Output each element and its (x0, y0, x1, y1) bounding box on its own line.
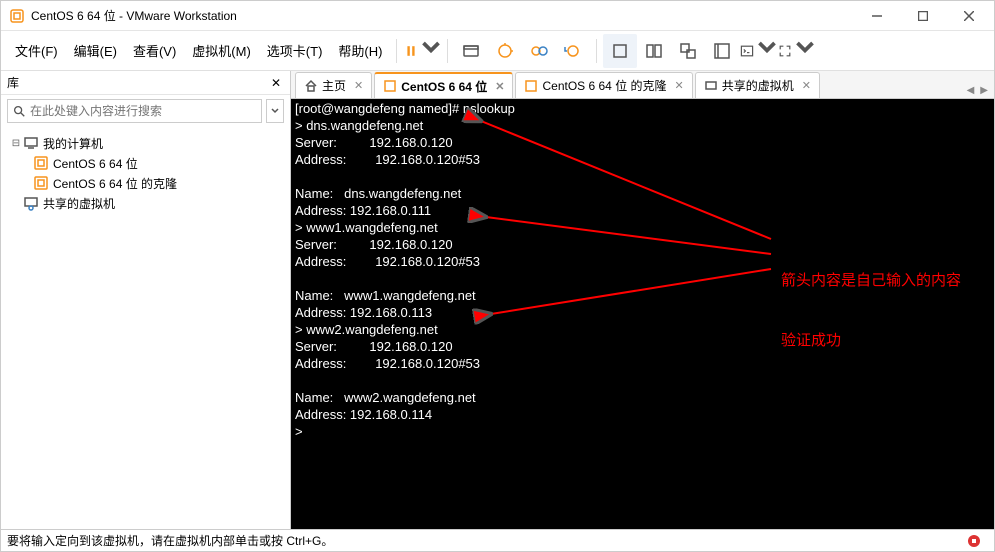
tab-label: 共享的虚拟机 (722, 77, 794, 94)
computer-icon (23, 135, 39, 151)
tab-bar: 主页 ✕ CentOS 6 64 位 ✕ CentOS 6 64 位 的克隆 ✕… (291, 71, 994, 99)
vm-icon (524, 79, 538, 93)
tree-label: 共享的虚拟机 (43, 195, 115, 212)
maximize-button[interactable] (900, 1, 946, 31)
vm-icon (33, 175, 49, 191)
view-single-button[interactable] (603, 34, 637, 68)
fullscreen-button[interactable] (705, 34, 739, 68)
search-icon (12, 104, 26, 118)
titlebar: CentOS 6 64 位 - VMware Workstation (1, 1, 994, 31)
menu-edit[interactable]: 编辑(E) (66, 37, 125, 64)
menu-file[interactable]: 文件(F) (7, 37, 66, 64)
collapse-icon[interactable]: ⊟ (9, 138, 23, 149)
tree-node-shared[interactable]: 共享的虚拟机 (5, 193, 286, 213)
app-icon (9, 8, 25, 24)
separator (396, 39, 397, 63)
tree-label: CentOS 6 64 位 (53, 155, 138, 172)
tab-close-icon[interactable]: ✕ (495, 80, 504, 93)
tree-node-vm2[interactable]: CentOS 6 64 位 的克隆 (5, 173, 286, 193)
tree-node-vm1[interactable]: CentOS 6 64 位 (5, 153, 286, 173)
stretch-button[interactable] (777, 34, 815, 68)
view-tiled-button[interactable] (637, 34, 671, 68)
menubar: 文件(F) 编辑(E) 查看(V) 虚拟机(M) 选项卡(T) 帮助(H) (1, 31, 994, 71)
tab-home[interactable]: 主页 ✕ (295, 72, 372, 98)
search-input[interactable] (30, 104, 261, 118)
tab-vm2[interactable]: CentOS 6 64 位 的克隆 ✕ (515, 72, 692, 98)
tab-label: CentOS 6 64 位 的克隆 (542, 77, 666, 94)
sidebar: 库 ✕ ⊟ 我的计算机 CentOS 6 64 位 CentOS 6 64 位 … (1, 71, 291, 529)
view-unity-button[interactable] (671, 34, 705, 68)
status-text: 要将输入定向到该虚拟机，请在虚拟机内部单击或按 Ctrl+G。 (7, 532, 333, 549)
tab-close-icon[interactable]: ✕ (354, 79, 363, 92)
separator (596, 39, 597, 63)
menu-vm[interactable]: 虚拟机(M) (184, 37, 259, 64)
menu-tabs[interactable]: 选项卡(T) (259, 37, 331, 64)
main-area: 主页 ✕ CentOS 6 64 位 ✕ CentOS 6 64 位 的克隆 ✕… (291, 71, 994, 529)
chevron-down-icon (795, 38, 815, 63)
tab-label: 主页 (322, 77, 346, 94)
snapshot-button[interactable] (488, 34, 522, 68)
tab-next-button[interactable]: ▶ (978, 83, 990, 98)
revert-snapshot-button[interactable] (556, 34, 590, 68)
terminal[interactable]: [root@wangdefeng named]# nslookup > dns.… (291, 99, 994, 529)
menu-view[interactable]: 查看(V) (125, 37, 184, 64)
tab-prev-button[interactable]: ◀ (965, 83, 977, 98)
search-box[interactable] (7, 99, 262, 123)
tab-label: CentOS 6 64 位 (401, 78, 487, 95)
tab-close-icon[interactable]: ✕ (675, 79, 684, 92)
annotation-line-2: 验证成功 (781, 331, 961, 351)
snapshot-manager-button[interactable] (522, 34, 556, 68)
sidebar-header: 库 ✕ (1, 71, 290, 95)
vm-icon (383, 79, 397, 93)
separator (447, 39, 448, 63)
terminal-output: [root@wangdefeng named]# nslookup > dns.… (295, 101, 515, 439)
search-dropdown-button[interactable] (266, 99, 284, 123)
minimize-button[interactable] (854, 1, 900, 31)
pause-button[interactable] (403, 34, 441, 68)
tree-label: CentOS 6 64 位 的克隆 (53, 175, 177, 192)
chevron-down-icon (421, 38, 441, 63)
vm-icon (33, 155, 49, 171)
sidebar-close-button[interactable]: ✕ (268, 76, 284, 90)
menu-help[interactable]: 帮助(H) (330, 37, 390, 64)
tab-vm1[interactable]: CentOS 6 64 位 ✕ (374, 72, 513, 98)
tree-label: 我的计算机 (43, 135, 103, 152)
console-view-button[interactable] (739, 34, 777, 68)
send-ctrl-alt-del-button[interactable] (454, 34, 488, 68)
shared-icon (704, 79, 718, 93)
statusbar: 要将输入定向到该虚拟机，请在虚拟机内部单击或按 Ctrl+G。 (1, 529, 994, 551)
tab-nav: ◀ ▶ (965, 83, 994, 98)
shared-icon (23, 195, 39, 211)
tree-node-my-computer[interactable]: ⊟ 我的计算机 (5, 133, 286, 153)
window-title: CentOS 6 64 位 - VMware Workstation (31, 7, 854, 24)
tab-shared[interactable]: 共享的虚拟机 ✕ (695, 72, 820, 98)
home-icon (304, 79, 318, 93)
sidebar-title: 库 (7, 74, 268, 91)
close-button[interactable] (946, 1, 992, 31)
record-indicator-icon (968, 535, 980, 547)
tab-close-icon[interactable]: ✕ (802, 79, 811, 92)
annotation-line-1: 箭头内容是自己输入的内容 (781, 271, 961, 291)
chevron-down-icon (757, 38, 777, 63)
library-tree: ⊟ 我的计算机 CentOS 6 64 位 CentOS 6 64 位 的克隆 … (1, 127, 290, 529)
